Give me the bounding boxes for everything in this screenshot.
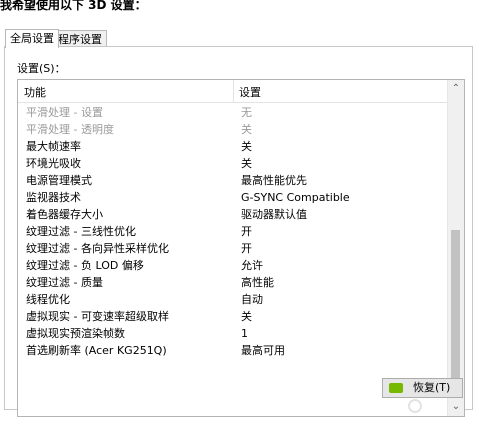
- setting-value-cell[interactable]: 开: [241, 223, 252, 240]
- watermark-logo-icon: [408, 398, 422, 413]
- feature-cell: 纹理过滤 - 质量: [26, 276, 103, 289]
- table-row[interactable]: 纹理过滤 - 三线性优化 开: [18, 223, 448, 240]
- feature-cell: 监视器技术: [26, 191, 81, 204]
- setting-value-cell[interactable]: 关: [241, 308, 252, 325]
- table-row[interactable]: 最大帧速率 关: [18, 138, 448, 155]
- table-row[interactable]: 虚拟现实预渲染帧数 1: [18, 325, 448, 342]
- column-header-setting[interactable]: 设置: [239, 84, 261, 100]
- table-row[interactable]: 纹理过滤 - 质量 高性能: [18, 274, 448, 291]
- table-row[interactable]: 着色器缓存大小 驱动器默认值: [18, 206, 448, 223]
- setting-value-cell[interactable]: 高性能: [241, 274, 274, 291]
- setting-value-cell[interactable]: 关: [241, 121, 252, 138]
- feature-cell: 首选刷新率 (Acer KG251Q): [26, 344, 167, 357]
- table-row[interactable]: 平滑处理 - 设置 无: [18, 104, 448, 121]
- column-header-feature[interactable]: 功能: [24, 84, 46, 100]
- setting-value-cell[interactable]: G-SYNC Compatible: [241, 189, 350, 206]
- feature-cell: 电源管理模式: [26, 174, 92, 187]
- table-row[interactable]: 首选刷新率 (Acer KG251Q) 最高可用: [18, 342, 448, 359]
- setting-value-cell[interactable]: 自动: [241, 291, 263, 308]
- chevron-up-icon[interactable]: ⌃: [448, 80, 464, 97]
- settings-panel: 设置(S)： 功能 设置 平滑处理 - 设置无平滑处理 - 透明度关最大帧速率关…: [4, 46, 473, 417]
- feature-cell: 着色器缓存大小: [26, 208, 103, 221]
- restore-label: 恢复(T): [413, 381, 451, 394]
- setting-value-cell[interactable]: 关: [241, 155, 252, 172]
- restore-button[interactable]: 恢复(T): [382, 378, 463, 398]
- feature-cell: 环境光吸收: [26, 157, 81, 170]
- list-header: 功能 设置: [18, 80, 448, 103]
- chevron-down-icon[interactable]: ⌄: [448, 398, 464, 415]
- column-divider[interactable]: [233, 80, 234, 102]
- feature-cell: 纹理过滤 - 各向异性采样优化: [26, 242, 169, 255]
- table-row[interactable]: 纹理过滤 - 各向异性采样优化 开: [18, 240, 448, 257]
- setting-value-cell[interactable]: 关: [241, 138, 252, 155]
- table-row[interactable]: 纹理过滤 - 负 LOD 偏移 允许: [18, 257, 448, 274]
- feature-cell: 平滑处理 - 透明度: [26, 123, 114, 136]
- nvidia-icon: [389, 383, 403, 393]
- table-row[interactable]: 虚拟现实 - 可变速率超级取样 关: [18, 308, 448, 325]
- table-row[interactable]: 平滑处理 - 透明度 关: [18, 121, 448, 138]
- tab-global-settings[interactable]: 全局设置: [5, 29, 59, 48]
- feature-cell: 虚拟现实 - 可变速率超级取样: [26, 310, 169, 323]
- settings-list: 功能 设置 平滑处理 - 设置无平滑处理 - 透明度关最大帧速率关环境光吸收关电…: [17, 79, 465, 417]
- setting-value-cell[interactable]: 最高性能优先: [241, 172, 307, 189]
- setting-value-cell[interactable]: 最高可用: [241, 342, 285, 359]
- setting-value-cell[interactable]: 驱动器默认值: [241, 206, 307, 223]
- feature-cell: 纹理过滤 - 负 LOD 偏移: [26, 259, 144, 272]
- page-title: 我希望使用以下 3D 设置：: [0, 0, 147, 12]
- setting-value-cell[interactable]: 开: [241, 240, 252, 257]
- scrollbar-thumb[interactable]: [451, 230, 460, 380]
- vertical-scrollbar[interactable]: ⌃ ⌄: [447, 80, 464, 416]
- feature-cell: 线程优化: [26, 293, 70, 306]
- table-row[interactable]: 线程优化 自动: [18, 291, 448, 308]
- table-row[interactable]: 监视器技术 G-SYNC Compatible: [18, 189, 448, 206]
- setting-value-cell[interactable]: 允许: [241, 257, 263, 274]
- table-row[interactable]: 环境光吸收 关: [18, 155, 448, 172]
- watermark: [408, 398, 424, 413]
- feature-cell: 纹理过滤 - 三线性优化: [26, 225, 136, 238]
- setting-value-cell[interactable]: 无: [241, 104, 252, 121]
- settings-label: 设置(S)：: [17, 62, 66, 75]
- feature-cell: 平滑处理 - 设置: [26, 106, 103, 119]
- table-row[interactable]: 电源管理模式 最高性能优先: [18, 172, 448, 189]
- feature-cell: 虚拟现实预渲染帧数: [26, 327, 125, 340]
- tab-program-settings[interactable]: 程序设置: [53, 30, 107, 47]
- setting-value-cell[interactable]: 1: [241, 325, 248, 342]
- feature-cell: 最大帧速率: [26, 140, 81, 153]
